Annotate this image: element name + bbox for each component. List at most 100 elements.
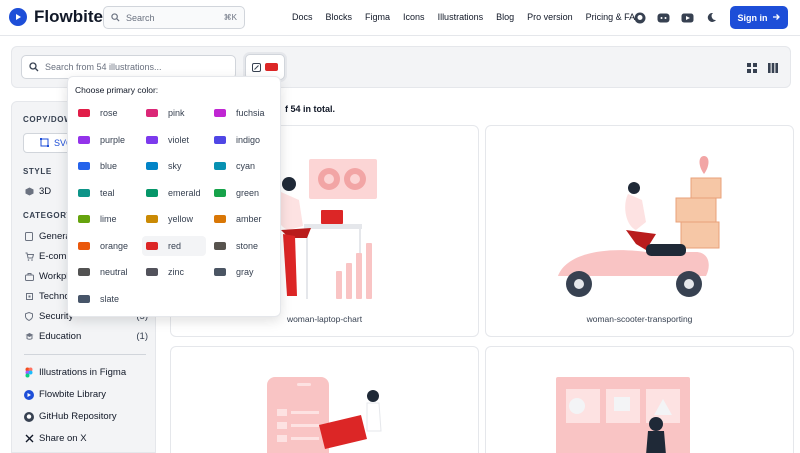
color-swatch <box>78 215 90 223</box>
illustration-card[interactable] <box>485 346 794 453</box>
color-option-violet[interactable]: violet <box>142 130 206 150</box>
shield-icon <box>24 312 34 322</box>
color-option-stone[interactable]: stone <box>210 236 274 256</box>
youtube-icon[interactable] <box>681 11 694 24</box>
color-option-green[interactable]: green <box>210 183 274 203</box>
nav-figma[interactable]: Figma <box>365 12 390 22</box>
color-swatch <box>78 162 90 170</box>
color-option-label: cyan <box>236 161 256 171</box>
color-swatch <box>146 109 158 117</box>
grid-view-icon[interactable] <box>747 61 757 76</box>
github-icon <box>24 411 34 422</box>
color-swatch <box>78 109 90 117</box>
category-label: Education <box>39 331 82 342</box>
color-option-lime[interactable]: lime <box>74 209 138 229</box>
color-option-rose[interactable]: rose <box>74 103 138 123</box>
category-education[interactable]: Education (1) <box>24 331 148 342</box>
link-label: GitHub Repository <box>39 411 117 422</box>
color-option-label: fuchsia <box>236 108 265 118</box>
discord-icon[interactable] <box>657 11 670 24</box>
color-option-indigo[interactable]: indigo <box>210 130 274 150</box>
color-option-label: violet <box>168 134 190 145</box>
category-label: Techno <box>39 291 70 302</box>
color-option-slate[interactable]: slate <box>74 289 138 309</box>
color-swatch <box>214 241 226 250</box>
results-count: f 54 in total. <box>285 104 336 114</box>
color-option-purple[interactable]: purple <box>74 130 138 150</box>
category-label: Genera <box>39 231 71 242</box>
github-icon[interactable] <box>633 11 646 24</box>
selected-color-swatch <box>265 63 278 71</box>
color-option-label: yellow <box>168 214 194 224</box>
columns-view-icon[interactable] <box>768 61 778 76</box>
nav-blocks[interactable]: Blocks <box>326 12 353 22</box>
phone-card-illustration <box>267 377 382 453</box>
color-option-teal[interactable]: teal <box>74 183 138 203</box>
chip-icon <box>24 292 34 302</box>
color-option-neutral[interactable]: neutral <box>74 262 138 282</box>
color-option-yellow[interactable]: yellow <box>142 209 206 229</box>
color-option-cyan[interactable]: cyan <box>210 156 274 176</box>
color-option-gray[interactable]: gray <box>210 262 274 282</box>
color-option-label: lime <box>100 214 117 224</box>
link-label: Illustrations in Figma <box>39 367 127 378</box>
category-count: (1) <box>136 331 148 342</box>
color-option-label: neutral <box>100 267 128 277</box>
moon-icon[interactable] <box>705 11 718 24</box>
brand-logo[interactable]: Flowbite <box>9 7 103 27</box>
color-swatch <box>214 215 226 223</box>
main-nav: Docs Blocks Figma Icons Illustrations Bl… <box>292 12 655 22</box>
color-option-zinc[interactable]: zinc <box>142 262 206 282</box>
color-option-label: purple <box>100 134 126 145</box>
style-3d-label: 3D <box>39 186 52 197</box>
color-swatch <box>146 241 158 250</box>
global-search-input[interactable]: Search ⌘K <box>103 6 245 29</box>
color-swatch <box>214 135 226 144</box>
color-option-fuchsia[interactable]: fuchsia <box>210 103 274 123</box>
nav-illustrations[interactable]: Illustrations <box>438 12 484 22</box>
color-option-blue[interactable]: blue <box>74 156 138 176</box>
category-title: CATEGORY <box>23 211 73 220</box>
color-option-sky[interactable]: sky <box>142 156 206 176</box>
search-placeholder: Search <box>126 12 155 23</box>
woman-scooter-transporting-illustration <box>558 156 722 297</box>
color-option-orange[interactable]: orange <box>74 236 138 256</box>
color-option-label: emerald <box>168 187 201 198</box>
view-toggle <box>747 61 778 76</box>
color-swatch <box>214 188 226 197</box>
color-option-label: red <box>168 240 182 251</box>
style-title: STYLE <box>23 167 52 176</box>
link-share-x[interactable]: Share on X <box>24 433 148 444</box>
color-option-red[interactable]: red <box>142 235 206 256</box>
color-option-label: teal <box>100 187 115 198</box>
illustration-card[interactable]: woman-scooter-transporting <box>485 125 794 337</box>
link-github[interactable]: GitHub Repository <box>24 411 148 422</box>
vector-icon <box>40 137 49 149</box>
nav-blog[interactable]: Blog <box>496 12 514 22</box>
nav-pro-version[interactable]: Pro version <box>527 12 573 22</box>
link-flowbite-library[interactable]: Flowbite Library <box>24 389 148 400</box>
link-label: Flowbite Library <box>39 389 107 400</box>
palette-icon <box>252 60 261 75</box>
color-swatch <box>146 135 158 144</box>
illustration-card[interactable] <box>170 346 479 453</box>
illustration-search-placeholder: Search from 54 illustrations... <box>45 62 162 72</box>
color-swatch <box>78 268 90 276</box>
nav-icons[interactable]: Icons <box>403 12 425 22</box>
document-icon <box>24 232 34 242</box>
cube-icon <box>24 187 34 197</box>
color-option-pink[interactable]: pink <box>142 103 206 123</box>
figma-icon <box>24 367 34 378</box>
x-icon <box>24 434 34 444</box>
color-option-emerald[interactable]: emerald <box>142 183 206 203</box>
dropdown-title: Choose primary color: <box>75 85 159 95</box>
color-swatch <box>78 135 90 144</box>
color-option-label: orange <box>100 240 129 251</box>
brand-name: Flowbite <box>34 7 103 26</box>
color-option-amber[interactable]: amber <box>210 209 274 229</box>
color-swatch <box>146 162 158 170</box>
link-figma[interactable]: Illustrations in Figma <box>24 367 148 378</box>
nav-docs[interactable]: Docs <box>292 12 313 22</box>
sign-in-button[interactable]: Sign in <box>730 6 788 29</box>
color-option-label: gray <box>236 267 254 277</box>
